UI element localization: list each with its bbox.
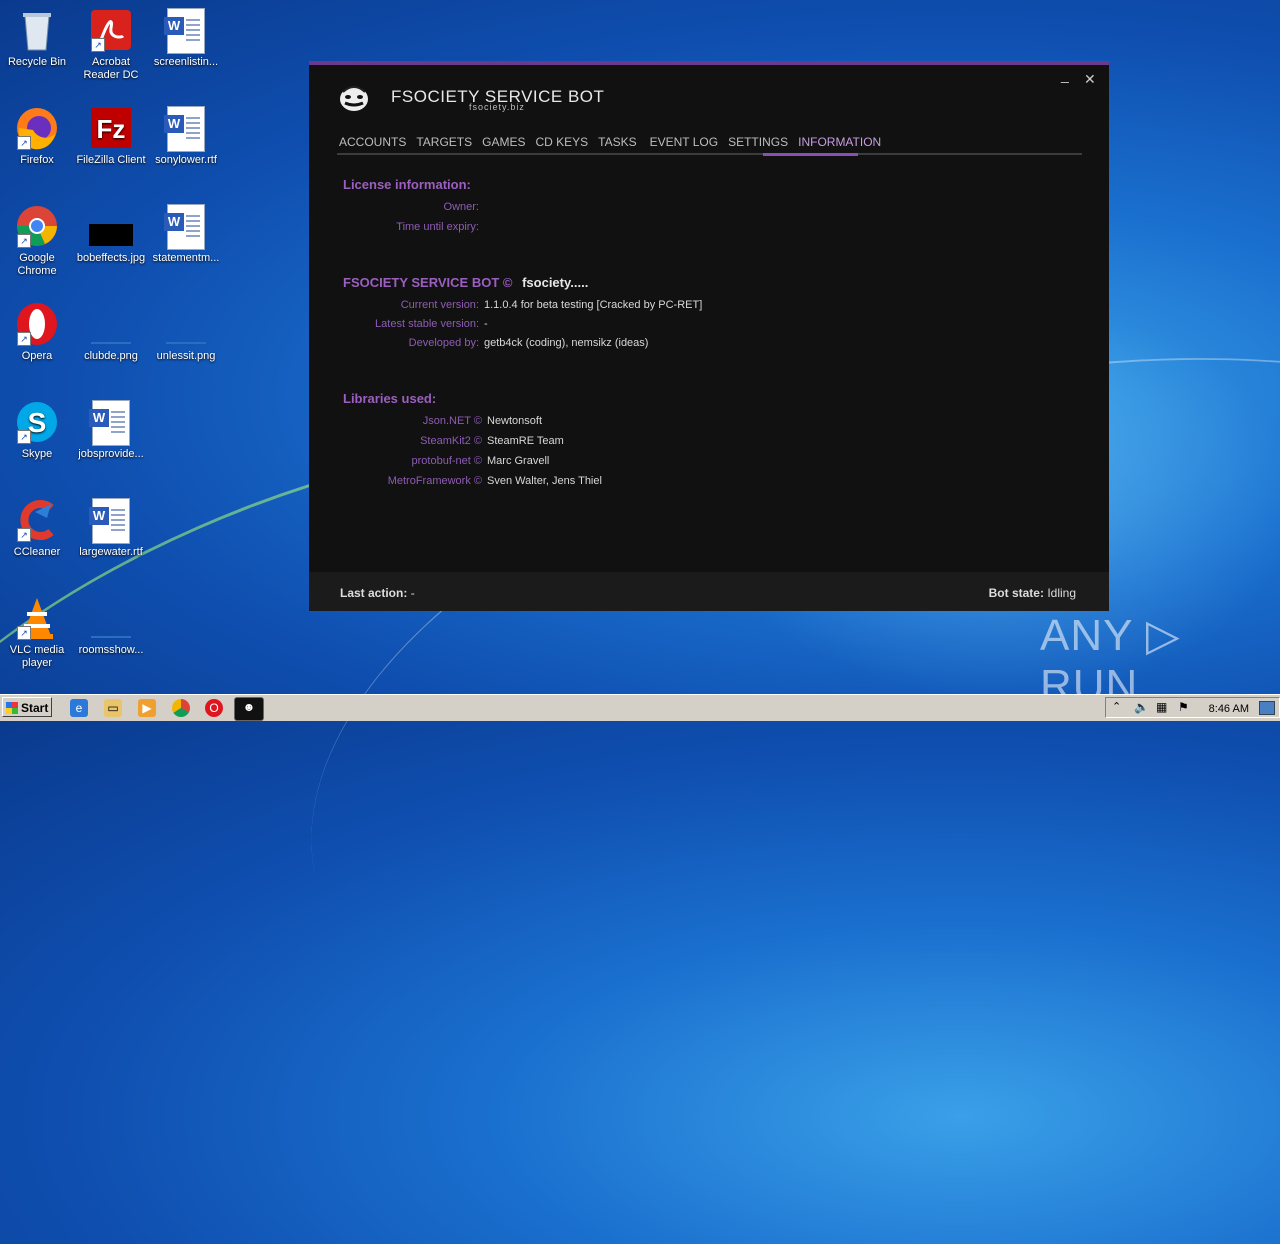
flag-icon[interactable]: ⚑ — [1178, 700, 1189, 714]
desktop-icon-largewater[interactable]: W largewater.rtf — [74, 498, 148, 559]
ccleaner-icon: ↗ — [15, 498, 59, 542]
tab-tasks[interactable]: TASKS — [598, 135, 641, 155]
minimize-button[interactable]: _ — [1061, 67, 1069, 83]
start-button[interactable]: Start — [2, 697, 52, 717]
clock[interactable]: 8:46 AM — [1209, 703, 1249, 715]
media-player-icon[interactable]: ▶ — [138, 699, 156, 717]
tab-cd-keys[interactable]: CD KEYS — [535, 135, 593, 155]
desktop-icon-firefox[interactable]: ↗ Firefox — [0, 106, 74, 167]
word-document-icon: W — [89, 498, 133, 544]
image-file-icon — [164, 302, 208, 346]
opera-icon: ↗ — [15, 302, 59, 346]
current-version-label: Current version: — [400, 299, 479, 311]
library-author: Sven Walter, Jens Thiel — [487, 475, 602, 487]
opera-icon[interactable]: O — [205, 699, 223, 717]
fsociety-window: _ ✕ FSOCIETY SERVICE BOT fsociety.biz AC… — [309, 61, 1109, 611]
chrome-icon: ↗ — [15, 204, 59, 248]
libraries-heading: Libraries used: — [343, 391, 437, 406]
show-desktop-icon[interactable] — [1259, 701, 1275, 715]
bot-state-value: Idling — [1047, 586, 1076, 600]
owner-label: Owner: — [443, 201, 479, 213]
chevron-up-icon[interactable]: ⌃ — [1112, 700, 1121, 713]
desktop-icon-filezilla[interactable]: Fz FileZilla Client — [74, 106, 148, 167]
status-bar: Last action: - Bot state: Idling — [309, 572, 1109, 611]
tab-settings[interactable]: SETTINGS — [728, 135, 793, 155]
library-name: MetroFramework © — [387, 475, 482, 487]
last-action: Last action: - — [340, 586, 415, 600]
image-file-icon — [89, 596, 133, 640]
filezilla-icon: Fz — [89, 106, 133, 150]
desktop-icon-chrome[interactable]: ↗ Google Chrome — [0, 204, 74, 278]
tab-bar: ACCOUNTS TARGETS GAMES CD KEYS TASKS EVE… — [339, 135, 891, 155]
windows-logo-icon — [6, 702, 18, 714]
word-document-icon: W — [164, 106, 208, 152]
fsociety-taskbar-icon[interactable]: ☻ — [234, 697, 264, 721]
about-heading-suffix: fsociety..... — [522, 275, 589, 290]
desktop-icon-acrobat[interactable]: ↗ Acrobat Reader DC — [74, 8, 148, 82]
desktop-icon-roomsshow[interactable]: roomsshow... — [74, 596, 148, 657]
desktop-icon-sonylower[interactable]: W sonylower.rtf — [149, 106, 223, 167]
bot-state: Bot state: Idling — [988, 586, 1076, 600]
library-name: protobuf-net © — [411, 455, 482, 467]
skype-icon: S ↗ — [15, 400, 59, 444]
tab-games[interactable]: GAMES — [482, 135, 530, 155]
app-subtitle: fsociety.biz — [469, 102, 525, 112]
developed-by-value: getb4ck (coding), nemsikz (ideas) — [484, 337, 649, 349]
taskbar: Start e ▭ ▶ O ☻ ⌃ 🔈 ▦ ⚑ 8:46 AM — [0, 694, 1280, 721]
word-document-icon: W — [164, 204, 208, 250]
library-name: Json.NET © — [422, 415, 482, 427]
system-tray: ⌃ 🔈 ▦ ⚑ 8:46 AM — [1105, 697, 1280, 718]
chrome-icon[interactable] — [172, 699, 190, 717]
desktop-icon-screenlisting[interactable]: W screenlistin... — [149, 8, 223, 69]
developed-by-label: Developed by: — [408, 337, 479, 349]
last-action-value: - — [410, 586, 415, 600]
close-button[interactable]: ✕ — [1084, 71, 1096, 88]
desktop-icon-recycle-bin[interactable]: Recycle Bin — [0, 8, 74, 69]
recycle-bin-icon — [15, 8, 59, 52]
fsociety-mask-icon — [337, 83, 371, 113]
tab-divider — [337, 153, 1082, 155]
desktop-icon-skype[interactable]: S ↗ Skype — [0, 400, 74, 461]
desktop-icon-statement[interactable]: W statementm... — [149, 204, 223, 265]
library-author: Newtonsoft — [487, 415, 543, 427]
acrobat-icon: ↗ — [89, 8, 133, 52]
image-file-icon — [89, 204, 133, 248]
desktop-icon-ccleaner[interactable]: ↗ CCleaner — [0, 498, 74, 559]
library-name: SteamKit2 © — [420, 435, 482, 447]
desktop-icon-clubde[interactable]: clubde.png — [74, 302, 148, 363]
license-heading: License information: — [343, 177, 471, 192]
desktop-icon-opera[interactable]: ↗ Opera — [0, 302, 74, 363]
tab-information[interactable]: INFORMATION — [798, 135, 886, 155]
active-tab-indicator — [763, 153, 858, 156]
desktop-icon-vlc[interactable]: ↗ VLC media player — [0, 596, 74, 670]
desktop-icon-unlessit[interactable]: unlessit.png — [149, 302, 223, 363]
stable-version-value: - — [484, 318, 488, 330]
tab-targets[interactable]: TARGETS — [416, 135, 477, 155]
network-icon[interactable]: ▦ — [1156, 700, 1167, 714]
volume-icon[interactable]: 🔈 — [1134, 700, 1149, 714]
internet-explorer-icon[interactable]: e — [70, 699, 88, 717]
tab-accounts[interactable]: ACCOUNTS — [339, 135, 411, 155]
desktop-icon-jobsprovide[interactable]: W jobsprovide... — [74, 400, 148, 461]
library-author: SteamRE Team — [487, 435, 564, 447]
firefox-icon: ↗ — [15, 106, 59, 150]
library-author: Marc Gravell — [487, 455, 550, 467]
svg-text:Fz: Fz — [97, 114, 126, 144]
desktop-icon-bobeffects[interactable]: bobeffects.jpg — [74, 204, 148, 265]
vlc-icon: ↗ — [15, 596, 59, 640]
file-explorer-icon[interactable]: ▭ — [104, 699, 122, 717]
word-document-icon: W — [164, 8, 208, 54]
about-heading: FSOCIETY SERVICE BOT © fsociety..... — [343, 275, 589, 290]
image-file-icon — [89, 302, 133, 346]
expiry-label: Time until expiry: — [396, 221, 479, 233]
stable-version-label: Latest stable version: — [375, 318, 479, 330]
current-version-value: 1.1.0.4 for beta testing [Cracked by PC-… — [484, 299, 703, 311]
tab-event-log[interactable]: EVENT LOG — [650, 135, 723, 155]
word-document-icon: W — [89, 400, 133, 446]
